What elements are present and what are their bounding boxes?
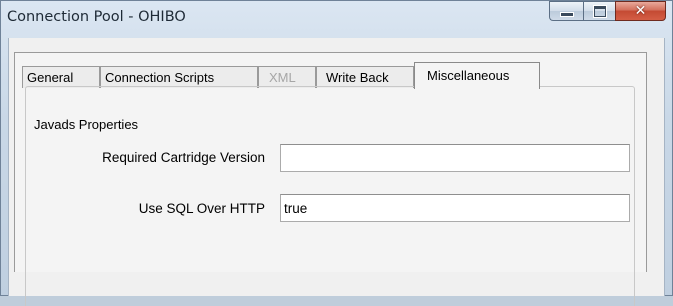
tab-label: Miscellaneous (427, 68, 510, 83)
close-button[interactable]: ✕ (615, 1, 666, 21)
required-cartridge-version-label: Required Cartridge Version (102, 150, 265, 165)
title-bar[interactable]: Connection Pool - OHIBO ✕ (1, 1, 672, 39)
use-sql-over-http-input[interactable] (280, 194, 630, 222)
tab-xml[interactable]: XML (258, 66, 316, 88)
window-title: Connection Pool - OHIBO (7, 9, 186, 25)
minimize-button[interactable] (549, 1, 583, 21)
tab-label: Connection Scripts (105, 70, 215, 85)
group-title: Javads Properties (32, 117, 141, 132)
use-sql-over-http-label: Use SQL Over HTTP (138, 201, 265, 216)
maximize-icon (593, 5, 606, 17)
tab-write-back[interactable]: Write Back (316, 66, 414, 88)
tab-general[interactable]: General (22, 66, 100, 88)
tab-label: XML (269, 70, 296, 85)
tab-miscellaneous[interactable]: Miscellaneous (414, 62, 540, 89)
minimize-icon (559, 12, 574, 17)
maximize-button[interactable] (583, 1, 615, 21)
required-cartridge-version-input[interactable] (280, 144, 630, 172)
tab-label: Write Back (326, 70, 389, 85)
tab-label: General (27, 70, 74, 85)
tab-connection-scripts[interactable]: Connection Scripts (100, 66, 258, 88)
close-icon: ✕ (634, 3, 647, 19)
